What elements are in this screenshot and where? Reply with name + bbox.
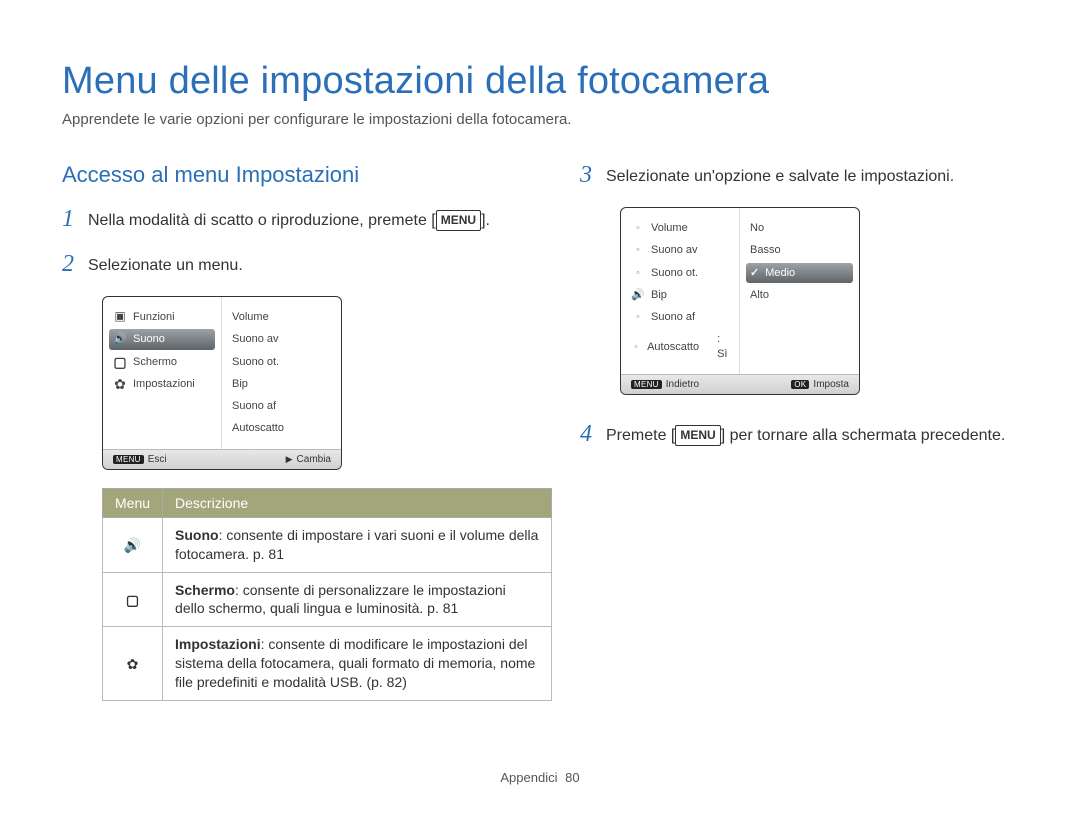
option-value-selected[interactable]: ✓ Medio: [746, 263, 853, 283]
step-text: Nella modalità di scatto o riproduzione,…: [88, 206, 490, 232]
list-item[interactable]: Volume: [627, 218, 733, 238]
list-item[interactable]: Autoscatto: [228, 418, 335, 438]
table-header-menu: Menu: [103, 488, 163, 517]
list-item[interactable]: Autoscatto: Sì: [627, 329, 733, 364]
camera-menu-item[interactable]: Schermo: [109, 352, 215, 372]
list-item[interactable]: Volume: [228, 307, 335, 327]
table-row: Impostazioni: consente di modificare le …: [103, 627, 552, 701]
speaker-icon: [631, 289, 645, 301]
camera-menu-options: Volume Suono av Suono ot. Bip Suono af A…: [222, 297, 341, 449]
camera-screen-menu: Funzioni Suono Schermo Impostazioni: [102, 296, 342, 470]
step-number: 3: [580, 162, 606, 189]
table-row: Schermo: consente di personalizzare le i…: [103, 572, 552, 627]
camera-option-list: Volume Suono av Suono ot. Bip Suono af A…: [621, 208, 740, 374]
screen-icon: [126, 588, 139, 610]
camera-menu-categories: Funzioni Suono Schermo Impostazioni: [103, 297, 222, 449]
step-number: 4: [580, 421, 606, 448]
bullet-icon: [631, 267, 645, 279]
step-text: Premete [MENU] per tornare alla schermat…: [606, 421, 1005, 447]
step-number: 1: [62, 206, 88, 233]
table-header-description: Descrizione: [163, 488, 552, 517]
step-number: 2: [62, 251, 88, 278]
menu-tag: MENU: [113, 455, 144, 464]
camera-footer: MENUEsci ▶Cambia: [103, 449, 341, 469]
menu-button-label: MENU: [436, 210, 481, 231]
step-2: 2 Selezionate un menu.: [62, 251, 532, 278]
step-1: 1 Nella modalità di scatto o riproduzion…: [62, 206, 532, 233]
ok-tag: OK: [791, 380, 809, 389]
page-intro: Apprendete le varie opzioni per configur…: [62, 111, 1018, 128]
page-footer: Appendici 80: [0, 770, 1080, 785]
menu-tag: MENU: [631, 380, 662, 389]
play-icon: ▶: [286, 454, 293, 465]
list-item[interactable]: Suono af: [627, 307, 733, 327]
page-title: Menu delle impostazioni della fotocamera: [62, 60, 1018, 103]
step-text: Selezionate un'opzione e salvate le impo…: [606, 162, 954, 188]
step-4: 4 Premete [MENU] per tornare alla scherm…: [580, 421, 1018, 448]
option-value[interactable]: Basso: [746, 240, 853, 260]
camera-menu-item[interactable]: Funzioni: [109, 307, 215, 327]
bullet-icon: [631, 222, 645, 234]
gear-icon: [127, 652, 139, 674]
table-row: Suono: consente di impostare i vari suon…: [103, 517, 552, 572]
list-item[interactable]: Suono av: [228, 329, 335, 349]
menu-description-table: Menu Descrizione Suono: consente di impo…: [102, 488, 552, 701]
step-text: Selezionate un menu.: [88, 251, 243, 277]
step-3: 3 Selezionate un'opzione e salvate le im…: [580, 162, 1018, 189]
gear-icon: [113, 378, 127, 390]
camera-footer: MENUIndietro OKImposta: [621, 374, 859, 394]
camera-menu-item[interactable]: Impostazioni: [109, 374, 215, 394]
menu-button-label: MENU: [675, 425, 720, 446]
bullet-icon: [631, 341, 641, 353]
bullet-icon: [631, 244, 645, 256]
speaker-icon: [113, 333, 127, 345]
bullet-icon: [631, 311, 645, 323]
camera-screen-option: Volume Suono av Suono ot. Bip Suono af A…: [620, 207, 860, 395]
section-heading: Accesso al menu Impostazioni: [62, 162, 532, 188]
list-item[interactable]: Bip: [627, 285, 733, 305]
camera-menu-item-selected[interactable]: Suono: [109, 329, 215, 349]
list-item[interactable]: Suono ot.: [228, 352, 335, 372]
list-item[interactable]: Suono af: [228, 396, 335, 416]
list-item[interactable]: Suono av: [627, 240, 733, 260]
list-item[interactable]: Bip: [228, 374, 335, 394]
camera-icon: [113, 311, 127, 323]
list-item[interactable]: Suono ot.: [627, 263, 733, 283]
option-value[interactable]: No: [746, 218, 853, 238]
check-icon: ✓: [750, 266, 759, 280]
camera-option-values: No Basso ✓ Medio Alto: [740, 208, 859, 374]
option-value[interactable]: Alto: [746, 285, 853, 305]
speaker-icon: [124, 533, 141, 555]
page-number: 80: [565, 770, 579, 785]
screen-icon: [113, 356, 127, 368]
